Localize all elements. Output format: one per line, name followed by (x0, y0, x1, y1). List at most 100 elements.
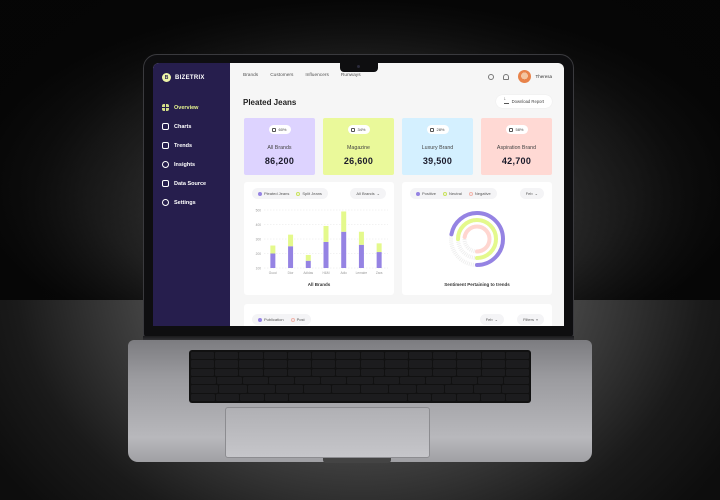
topnav-link-influencers[interactable]: Influencers (305, 73, 328, 78)
card-label: Magazine (347, 145, 370, 151)
bar-pleated-jeans[interactable] (323, 241, 329, 268)
sidebar-item-trends[interactable]: Trends (162, 136, 206, 155)
main-content: Brands Customers Influencers Runways The… (230, 63, 564, 326)
key (275, 385, 303, 393)
topnav-link-customers[interactable]: Customers (270, 73, 293, 78)
sidebar-item-insights[interactable]: Insights (162, 155, 206, 174)
key (215, 352, 239, 360)
legend-item-publication[interactable]: Publication (258, 317, 284, 322)
key (503, 377, 530, 385)
key (269, 377, 295, 385)
sentiment-chart-panel: Positive Neutral Negative Feb ⌄ Sentimen… (402, 182, 552, 295)
bar-pleated-jeans[interactable] (305, 260, 311, 268)
x-tick-label: Lemaire (356, 271, 368, 275)
month-dropdown[interactable]: Feb ⌄ (479, 314, 504, 325)
bar-split-jeans[interactable] (323, 225, 329, 242)
key (457, 360, 481, 368)
y-tick-label: 500 (256, 208, 262, 212)
key (287, 360, 312, 368)
key (481, 352, 505, 360)
stat-card-all-brands[interactable]: 60% All Brands 86,200 (244, 118, 315, 175)
key (243, 377, 269, 385)
bar-split-jeans[interactable] (341, 211, 347, 232)
percent-icon (509, 127, 514, 132)
key (191, 377, 217, 385)
stat-card-aspiration-brand[interactable]: 58% Aspiration Brand 42,700 (481, 118, 552, 175)
bar-pleated-jeans[interactable] (288, 246, 294, 268)
key (312, 368, 336, 376)
legend-dot (258, 317, 262, 322)
bar-pleated-jeans[interactable] (376, 252, 382, 268)
topnav-link-runways[interactable]: Runways (341, 73, 361, 78)
percent-icon (430, 127, 435, 132)
stat-card-luxury-brand[interactable]: 28% Luxury Brand 39,500 (402, 118, 473, 175)
brand-name: BIZETRIX (175, 74, 205, 81)
key (191, 360, 215, 368)
x-tick-label: Gucci (269, 271, 277, 275)
key (336, 352, 360, 360)
chart-icon (162, 123, 169, 130)
bell-icon[interactable] (503, 73, 510, 80)
sidebar-item-charts[interactable]: Charts (162, 117, 206, 136)
insights-icon (162, 161, 169, 168)
key (287, 368, 312, 376)
filters-button[interactable]: Filters ▿ (517, 314, 544, 325)
keyboard-row (191, 368, 530, 376)
card-label: Aspiration Brand (496, 145, 537, 151)
bar-chart-title: All Brands (307, 282, 331, 287)
chevron-down-icon: ⌄ (494, 317, 498, 322)
key (336, 368, 360, 376)
bar-split-jeans[interactable] (288, 234, 294, 247)
key (408, 368, 433, 376)
key (360, 352, 384, 360)
bar-pleated-jeans[interactable] (358, 244, 364, 268)
sentiment-chart-title: Sentiment Pertaining to trends (444, 282, 510, 287)
bar-pleated-jeans[interactable] (270, 253, 276, 269)
card-value: 26,600 (343, 156, 374, 166)
avatar[interactable] (518, 70, 532, 83)
legend-item-post[interactable]: Post (290, 317, 305, 322)
key (433, 368, 457, 376)
stat-card-magazine[interactable]: 34% Magazine 26,600 (323, 118, 394, 175)
percent-value: 60% (278, 127, 287, 132)
key (481, 360, 505, 368)
database-icon (162, 180, 169, 187)
key (360, 385, 388, 393)
sidebar-item-settings[interactable]: Settings (162, 193, 206, 212)
sidebar-item-data-source[interactable]: Data Source (162, 174, 206, 193)
topnav-link-brands[interactable]: Brands (243, 73, 258, 78)
radial-arc-negative[interactable] (462, 224, 492, 254)
key (321, 377, 347, 385)
percent-badge: 28% (426, 125, 449, 134)
percent-value: 28% (436, 127, 445, 132)
laptop-screen: B BIZETRIX Overview Charts Trends Insigh… (153, 63, 564, 326)
sidebar-item-label: Settings (174, 199, 196, 206)
key (191, 385, 219, 393)
percent-icon (272, 127, 277, 132)
key (304, 385, 332, 393)
legend-dot (290, 317, 295, 322)
key (263, 352, 287, 360)
key (347, 377, 373, 385)
bar-split-jeans[interactable] (376, 243, 382, 253)
gear-icon (162, 199, 169, 206)
trackpad (225, 407, 430, 458)
user-name[interactable]: Theresa (535, 74, 552, 79)
key (445, 385, 473, 393)
key (247, 385, 275, 393)
percent-value: 58% (515, 127, 524, 132)
search-icon[interactable] (488, 73, 495, 80)
bar-split-jeans[interactable] (270, 245, 276, 254)
publication-legend: Publication Post (252, 314, 311, 325)
bar-split-jeans[interactable] (358, 231, 364, 245)
bar-split-jeans[interactable] (305, 254, 311, 261)
sidebar-item-overview[interactable]: Overview (162, 98, 206, 117)
brand[interactable]: B BIZETRIX (162, 73, 205, 82)
percent-value: 34% (357, 127, 366, 132)
bar-pleated-jeans[interactable] (341, 231, 347, 268)
y-tick-label: 300 (256, 237, 262, 241)
dropdown-value: Feb (485, 317, 493, 322)
download-report-button[interactable]: Download Report (495, 95, 552, 108)
sidebar-item-label: Charts (174, 123, 192, 130)
card-value: 86,200 (264, 156, 295, 166)
